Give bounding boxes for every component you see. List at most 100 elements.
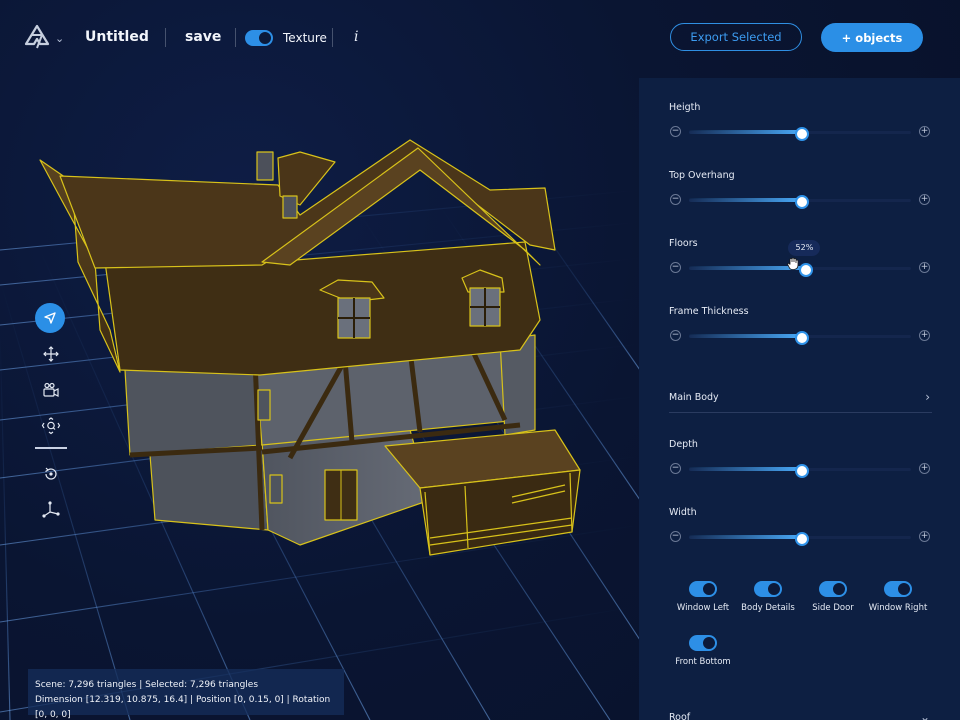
divider <box>332 28 333 47</box>
height-thumb[interactable] <box>795 127 809 141</box>
save-button[interactable]: save <box>185 29 221 45</box>
floors-value-tooltip: 52% <box>788 240 821 256</box>
floors-slider: − 52% + <box>669 240 931 277</box>
side-door-toggle[interactable] <box>819 581 847 597</box>
frame-thickness-label: Frame Thickness <box>669 306 749 317</box>
logo-icon <box>24 24 50 49</box>
depth-slider-group: Depth − + <box>669 439 931 478</box>
width-decrement-button[interactable]: − <box>670 531 681 542</box>
width-increment-button[interactable]: + <box>919 531 930 542</box>
toggle-knob <box>703 583 715 595</box>
main-body-section-label: Main Body <box>669 392 719 403</box>
floors-slider-group: Floors − 52% + <box>669 238 931 277</box>
width-fill <box>689 535 800 539</box>
top-overhang-decrement-button[interactable]: − <box>670 194 681 205</box>
house-model[interactable] <box>39 139 581 556</box>
top-overhang-track[interactable] <box>689 195 911 209</box>
properties-panel[interactable]: Heigth − + Top Overhang − + Floors − 52%… <box>639 78 960 720</box>
divider <box>235 28 236 47</box>
orbit-zoom-icon <box>41 417 61 435</box>
window-right-label: Window Right <box>868 603 928 613</box>
width-slider-group: Width − + <box>669 507 931 546</box>
3d-viewport[interactable] <box>0 0 640 720</box>
orbit-zoom-tool[interactable] <box>35 411 67 441</box>
top-overhang-thumb[interactable] <box>795 195 809 209</box>
add-objects-button[interactable]: + objects <box>821 23 923 52</box>
depth-decrement-button[interactable]: − <box>670 463 681 474</box>
select-tool[interactable] <box>35 303 65 333</box>
front-bottom-toggle[interactable] <box>689 635 717 651</box>
texture-label: Texture <box>283 31 327 45</box>
viewport-canvas[interactable] <box>0 0 640 720</box>
window-right-option: Window Right <box>866 581 930 613</box>
window-left-toggle[interactable] <box>689 581 717 597</box>
frame-thickness-slider-group: Frame Thickness − + <box>669 306 931 345</box>
export-selected-button[interactable]: Export Selected <box>670 23 802 51</box>
chevron-down-icon: ⌄ <box>919 710 930 720</box>
rotate-icon <box>45 467 57 480</box>
side-window-upper <box>257 389 271 421</box>
height-decrement-button[interactable]: − <box>670 126 681 137</box>
width-label: Width <box>669 507 697 518</box>
height-slider: − + <box>669 124 931 141</box>
frame-thickness-thumb[interactable] <box>795 331 809 345</box>
height-track[interactable] <box>689 127 911 141</box>
front-bottom-option: Front Bottom <box>671 635 735 667</box>
app-root: ⌄ Untitled save Texture i Export Selecte… <box>0 0 960 720</box>
texture-toggle[interactable] <box>245 30 273 46</box>
floors-increment-button[interactable]: + <box>919 262 930 273</box>
depth-increment-button[interactable]: + <box>919 463 930 474</box>
camera-tool[interactable] <box>35 375 67 405</box>
width-thumb[interactable] <box>795 532 809 546</box>
top-bar: ⌄ Untitled save Texture i Export Selecte… <box>0 0 960 76</box>
toggle-knob <box>768 583 780 595</box>
width-track[interactable] <box>689 532 911 546</box>
frame-thickness-track[interactable] <box>689 331 911 345</box>
depth-fill <box>689 467 800 471</box>
side-door-option: Side Door <box>801 581 865 613</box>
depth-slider: − + <box>669 461 931 478</box>
top-overhang-label: Top Overhang <box>669 170 735 181</box>
depth-track[interactable] <box>689 464 911 478</box>
body-details-toggle[interactable] <box>754 581 782 597</box>
width-slider: − + <box>669 529 931 546</box>
app-logo-menu[interactable]: ⌄ <box>24 24 68 54</box>
body-details-option: Body Details <box>736 581 800 613</box>
frame-thickness-increment-button[interactable]: + <box>919 330 930 341</box>
window-left-label: Window Left <box>676 603 730 613</box>
divider <box>165 28 166 47</box>
frame-thickness-slider: − + <box>669 328 931 345</box>
rotate-tool[interactable] <box>35 459 67 489</box>
move-arrows-icon <box>43 346 59 362</box>
roof-section-header[interactable]: Roof ⌄ <box>669 710 932 720</box>
depth-thumb[interactable] <box>795 464 809 478</box>
height-increment-button[interactable]: + <box>919 126 930 137</box>
floors-track[interactable]: 52% <box>689 240 911 277</box>
window-right-toggle[interactable] <box>884 581 912 597</box>
floors-thumb[interactable] <box>799 263 814 277</box>
info-button[interactable]: i <box>350 29 362 45</box>
height-label: Heigth <box>669 102 701 113</box>
move-tool[interactable] <box>35 339 67 369</box>
scene-triangle-count: Scene: 7,296 triangles | Selected: 7,296… <box>35 680 259 690</box>
grab-cursor-icon <box>787 257 799 270</box>
body-details-label: Body Details <box>741 603 795 613</box>
side-door-label: Side Door <box>812 603 854 613</box>
axes-tool[interactable] <box>35 495 67 525</box>
height-slider-group: Heigth − + <box>669 102 931 141</box>
floors-decrement-button[interactable]: − <box>670 262 681 273</box>
toggle-knob <box>833 583 845 595</box>
height-fill <box>689 130 800 134</box>
window-left-option: Window Left <box>671 581 735 613</box>
axes-icon <box>42 501 60 518</box>
toggle-knob <box>898 583 910 595</box>
depth-label: Depth <box>669 439 698 450</box>
chevron-down-icon: ⌄ <box>55 32 65 45</box>
front-bottom-label: Front Bottom <box>675 657 731 667</box>
frame-thickness-decrement-button[interactable]: − <box>670 330 681 341</box>
top-overhang-increment-button[interactable]: + <box>919 194 930 205</box>
document-title[interactable]: Untitled <box>85 29 149 45</box>
top-overhang-fill <box>689 198 800 202</box>
selection-transform-info: Dimension [12.319, 10.875, 16.4] | Posit… <box>35 695 331 720</box>
main-body-section-header[interactable]: Main Body › <box>669 390 932 413</box>
